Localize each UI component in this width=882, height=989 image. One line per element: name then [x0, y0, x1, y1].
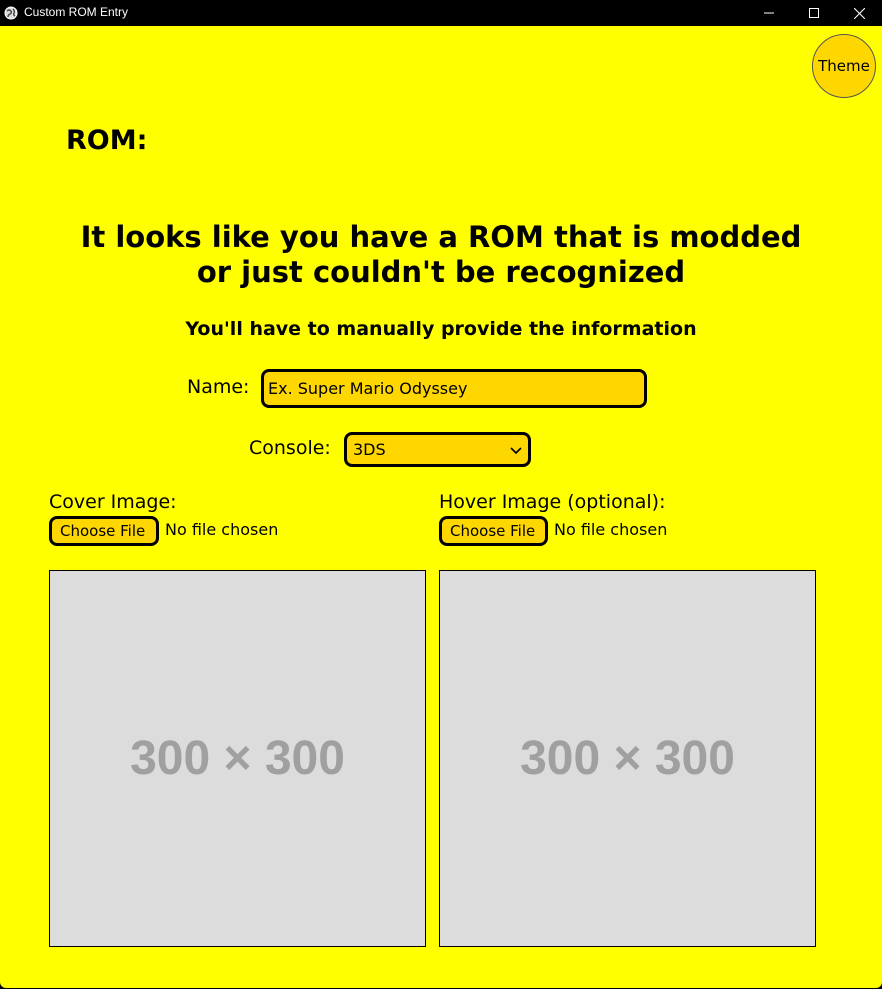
cover-preview-size-text: 300 × 300 — [130, 732, 345, 785]
window-content: Theme ROM: It looks like you have a ROM … — [0, 26, 882, 988]
manual-info-subheading: You'll have to manually provide the info… — [185, 318, 697, 340]
console-select[interactable]: 3DS — [344, 432, 531, 467]
close-button[interactable] — [836, 0, 882, 26]
console-select-value: 3DS — [353, 440, 386, 459]
hover-preview-size-text: 300 × 300 — [520, 732, 735, 785]
hover-choose-file-button[interactable]: Choose File — [439, 516, 548, 546]
minimize-button[interactable] — [746, 0, 792, 26]
name-input[interactable] — [261, 369, 647, 408]
hover-image-preview: 300 × 300 — [439, 570, 816, 947]
cover-image-preview: 300 × 300 — [49, 570, 426, 947]
name-label: Name: — [187, 376, 250, 398]
unrecognized-rom-heading: It looks like you have a ROM that is mod… — [80, 220, 802, 289]
hover-image-label: Hover Image (optional): — [439, 491, 666, 513]
cover-file-status: No file chosen — [165, 520, 279, 539]
minimize-icon — [764, 8, 774, 18]
console-label: Console: — [249, 437, 331, 459]
chevron-down-icon — [510, 440, 522, 459]
theme-button[interactable]: Theme — [812, 34, 876, 98]
maximize-button[interactable] — [791, 0, 837, 26]
hover-file-status: No file chosen — [554, 520, 668, 539]
cover-image-label: Cover Image: — [49, 491, 177, 513]
title-bar: Custom ROM Entry — [0, 0, 882, 26]
window-title: Custom ROM Entry — [24, 5, 129, 19]
cover-choose-file-button[interactable]: Choose File — [49, 516, 159, 546]
globe-icon — [4, 5, 18, 20]
rom-label: ROM: — [66, 125, 148, 156]
maximize-icon — [809, 8, 819, 18]
close-icon — [853, 7, 865, 19]
